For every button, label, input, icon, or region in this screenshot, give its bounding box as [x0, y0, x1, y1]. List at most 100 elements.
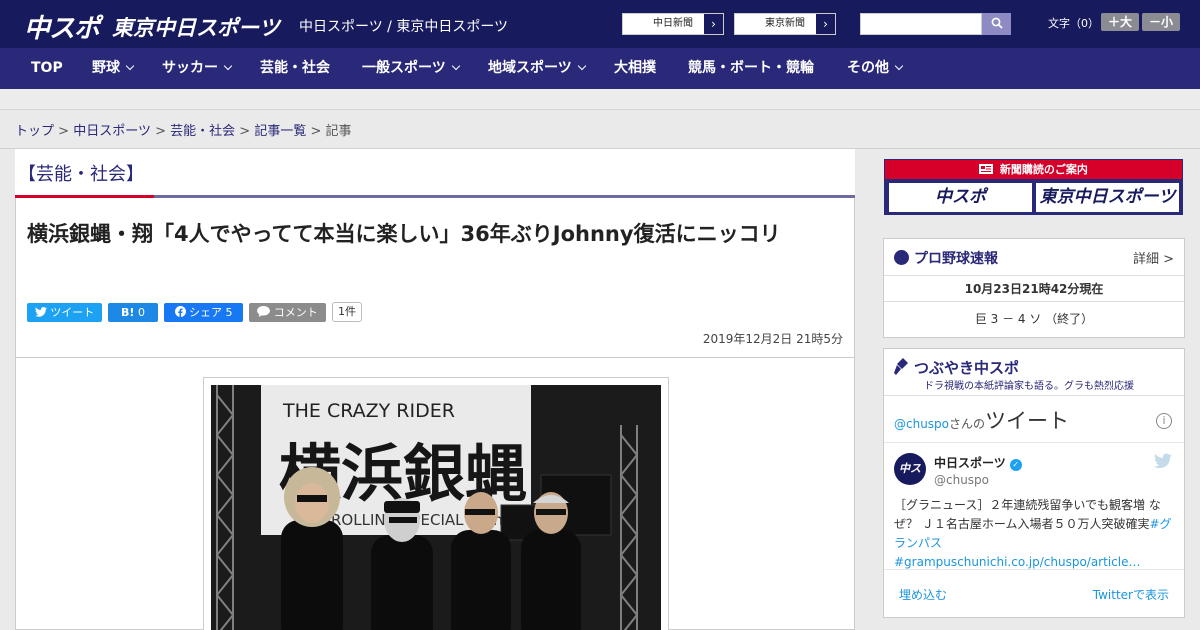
breadcrumb-top[interactable]: トップ [15, 124, 54, 139]
nav-label: サッカー [162, 60, 218, 76]
comment-label: コメント [273, 306, 318, 319]
twitter-share-label: ツイート [50, 306, 95, 319]
breadcrumb-separator: > [58, 124, 70, 139]
breadcrumb-entertainment[interactable]: 芸能・社会 [170, 124, 235, 139]
article-photo[interactable]: THE CRAZY RIDER 横浜銀蝿 ROLLING SPECIAL 40t… [211, 385, 661, 630]
facebook-share-label: シェア [189, 306, 222, 319]
nav-label: 一般スポーツ [362, 60, 446, 76]
hatena-count: 0 [137, 306, 145, 319]
baseball-game-score[interactable]: 巨 3 － 4 ソ （終了） [884, 310, 1184, 327]
embed-link[interactable]: 埋め込む [899, 586, 947, 603]
chevron-down-icon [577, 61, 586, 71]
tokyo-chunichi-logo[interactable]: 東京中日スポーツ [112, 12, 280, 42]
photo-banner-top: THE CRAZY RIDER [282, 400, 455, 422]
nav-item-local-sports[interactable]: 地域スポーツ [488, 48, 586, 89]
subscription-tokyo-chunichi-logo: 東京中日スポーツ [1036, 183, 1179, 212]
baseball-detail-link[interactable]: 詳細 > [1133, 248, 1174, 267]
baseball-widget-title: プロ野球速報 [894, 248, 998, 268]
comment-button[interactable]: コメント [249, 303, 326, 322]
breadcrumb-chunichi-sports[interactable]: 中日スポーツ [73, 124, 151, 139]
nav-item-baseball[interactable]: 野球 [92, 48, 135, 89]
article-card: 横浜銀蝿・翔「4人でやってて本当に楽しい」36年ぶりJohnny復活にニッコリ … [15, 198, 855, 630]
twitter-widget-subtitle: ドラ視戦の本紙評論家も語る。グラも熱烈応援 [924, 381, 1134, 392]
tweets-by-heading: @chuspoさんのツイート [894, 405, 1069, 435]
info-icon[interactable]: i [1156, 413, 1172, 429]
chuspo-logo[interactable]: 中スポ [24, 8, 100, 45]
avatar[interactable]: 中スポ [894, 453, 926, 507]
tweet-account-name[interactable]: 中日スポーツ ✓ [934, 454, 1022, 471]
baseball-updated-time: 10月23日21時42分現在 [964, 282, 1104, 296]
divider [884, 569, 1184, 570]
breadcrumb-separator: > [310, 124, 322, 139]
chevron-right-icon: › [815, 14, 835, 34]
chevron-down-icon [894, 61, 904, 71]
hatena-bookmark-button[interactable]: B! 0 [108, 303, 158, 322]
breadcrumb-article-list[interactable]: 記事一覧 [254, 124, 306, 139]
view-on-twitter-link[interactable]: Twitterで表示 [1093, 586, 1169, 603]
font-size-label: 文字（0） [1048, 17, 1099, 30]
subscription-heading-text: 新聞購読のご案内 [999, 163, 1088, 176]
band-photo-illustration: THE CRAZY RIDER 横浜銀蝿 ROLLING SPECIAL 40t… [211, 385, 661, 630]
ad-strip [0, 89, 1200, 110]
font-size-increase-button[interactable]: ＋大 [1101, 13, 1139, 31]
breadcrumb-current: 記事 [325, 124, 352, 139]
site-title-link[interactable]: 中日スポーツ / 東京中日スポーツ [299, 16, 508, 36]
nav-item-other[interactable]: その他 [847, 48, 904, 89]
main-nav: TOP 野球 サッカー 芸能・社会 一般スポーツ 地域スポーツ 大相撲 競馬・ボ… [0, 48, 1200, 89]
subscription-chuspo-logo: 中スポ [889, 183, 1032, 212]
tweets-by-suffix: さんの [949, 417, 986, 431]
divider [884, 301, 1184, 302]
microphone-icon [894, 358, 908, 375]
nav-label: 地域スポーツ [488, 60, 572, 76]
tweet-text: ［グラニュース］２年連続残留争いでも観客増 なぜ？ Ｊ１名古屋ホーム入場者５０万… [894, 496, 1176, 572]
divider [884, 275, 1184, 276]
publish-date: 2019年12月2日 21時5分 [702, 332, 843, 346]
twitter-widget-title: つぶやき中スポ [894, 357, 1019, 378]
nav-label: 競馬・ボート・競輪 [688, 60, 814, 76]
twitter-widget-title-text: つぶやき中スポ [914, 359, 1020, 377]
chunichi-shimbun-link[interactable]: 中日新聞 › [622, 13, 724, 35]
subscription-heading: 新聞購読のご案内 [885, 160, 1182, 179]
search-button[interactable] [982, 13, 1011, 35]
main-column: 【芸能・社会】 横浜銀蝿・翔「4人でやってて本当に楽しい」36年ぶりJohnny… [15, 149, 855, 630]
comment-bubble-icon [257, 306, 271, 317]
nav-item-entertainment[interactable]: 芸能・社会 [260, 48, 330, 89]
nav-item-top[interactable]: TOP [31, 48, 63, 89]
facebook-share-button[interactable]: シェア 5 [164, 303, 243, 322]
tweet-url-link[interactable]: #grampuschunichi.co.jp/chuspo/article… [894, 555, 1140, 569]
top-header: 中スポ 東京中日スポーツ 中日スポーツ / 東京中日スポーツ 中日新聞 › 東京… [0, 0, 1200, 48]
twitter-bird-icon[interactable] [1154, 453, 1172, 469]
search-input[interactable] [860, 13, 982, 35]
nav-item-sumo[interactable]: 大相撲 [614, 48, 656, 89]
chevron-down-icon [125, 61, 135, 71]
divider [884, 395, 1184, 396]
tweet-account-handle[interactable]: @chuspo [934, 473, 989, 487]
chevron-down-icon [451, 61, 460, 71]
font-size-decrease-button[interactable]: －小 [1142, 13, 1180, 31]
tweet-text-body: ［グラニュース］２年連続残留争いでも観客増 なぜ？ Ｊ１名古屋ホーム入場者５０万… [894, 498, 1161, 531]
nav-label: 大相撲 [614, 60, 656, 76]
nav-item-soccer[interactable]: サッカー [162, 48, 233, 89]
hatena-icon: B! [121, 306, 135, 319]
newspaper-icon [979, 164, 994, 174]
nav-item-keiba[interactable]: 競馬・ボート・競輪 [688, 48, 814, 89]
comment-count-badge[interactable]: 1件 [332, 302, 362, 322]
tokyo-shimbun-link[interactable]: 東京新聞 › [734, 13, 836, 35]
nav-label: 野球 [92, 60, 120, 76]
article-title: 横浜銀蝿・翔「4人でやってて本当に楽しい」36年ぶりJohnny復活にニッコリ [27, 222, 781, 246]
chunichi-shimbun-label: 中日新聞 [653, 18, 693, 29]
search-icon [991, 17, 1003, 29]
baseball-scores-widget: プロ野球速報 詳細 > 10月23日21時42分現在 巨 3 － 4 ソ （終了… [883, 238, 1185, 338]
twitter-widget: つぶやき中スポ ドラ視戦の本紙評論家も語る。グラも熱烈応援 @chuspoさんの… [883, 348, 1185, 618]
nav-item-general-sports[interactable]: 一般スポーツ [362, 48, 460, 89]
nav-label: その他 [847, 60, 889, 76]
breadcrumb-separator: > [239, 124, 251, 139]
subscription-banner[interactable]: 新聞購読のご案内 中スポ 東京中日スポーツ [884, 159, 1183, 215]
chevron-right-icon: › [703, 14, 723, 34]
twitter-share-button[interactable]: ツイート [27, 303, 102, 322]
tweets-by-handle-link[interactable]: @chuspo [894, 417, 949, 431]
nav-label: 芸能・社会 [260, 60, 330, 76]
breadcrumb: トップ > 中日スポーツ > 芸能・社会 > 記事一覧 > 記事 [15, 120, 352, 139]
twitter-bird-icon [34, 307, 47, 317]
facebook-icon [174, 306, 186, 317]
